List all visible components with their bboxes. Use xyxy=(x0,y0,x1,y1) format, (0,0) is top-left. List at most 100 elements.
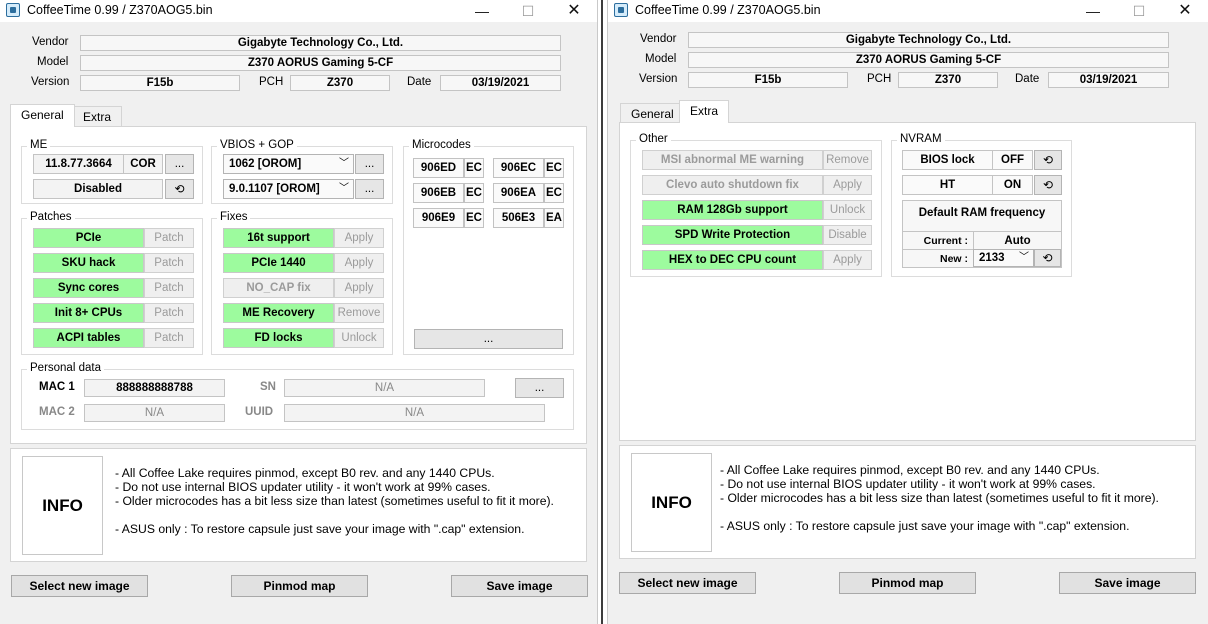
fix-button[interactable]: Apply xyxy=(334,228,384,248)
bios-lock-value: OFF xyxy=(992,150,1033,170)
tab-extra[interactable]: Extra xyxy=(679,100,730,123)
vbios-group: VBIOS + GOP 1062 [OROM] ﹀ ... 9.0.1107 [O… xyxy=(211,139,393,204)
save-image-button[interactable]: Save image xyxy=(451,575,588,597)
microcode-id[interactable]: 906ED xyxy=(413,158,464,178)
vendor-label: Vendor xyxy=(32,36,69,48)
microcodes-group: Microcodes 906ED EC 906EC EC 906EB EC 90… xyxy=(403,139,574,355)
gop-more-button[interactable]: ... xyxy=(355,179,384,199)
fix-button[interactable]: Apply xyxy=(334,253,384,273)
other-title: Other xyxy=(636,133,671,145)
mac1-label: MAC 1 xyxy=(39,381,75,393)
fix-label: 16t support xyxy=(223,228,334,248)
me-refresh-button[interactable]: ⟲ xyxy=(165,179,194,199)
gop-value: 9.0.1107 [OROM] xyxy=(229,183,320,195)
gop-select[interactable]: 9.0.1107 [OROM] ﹀ xyxy=(223,179,354,199)
info-box: INFO xyxy=(631,453,712,552)
model-field: Z370 AORUS Gaming 5-CF xyxy=(80,55,561,71)
tab-general[interactable]: General xyxy=(620,103,685,123)
other-button[interactable]: Remove xyxy=(823,150,872,170)
tab-general[interactable]: General xyxy=(10,104,75,127)
microcode-id[interactable]: 906EC xyxy=(493,158,544,178)
model-label: Model xyxy=(37,56,69,68)
minimize-button[interactable]: — xyxy=(1070,0,1116,22)
fix-label: PCIe 1440 xyxy=(223,253,334,273)
vbios-select[interactable]: 1062 [OROM] ﹀ xyxy=(223,154,354,174)
version-field: F15b xyxy=(688,72,848,88)
patch-button[interactable]: Patch xyxy=(144,328,194,348)
bios-lock-toggle-button[interactable]: ⟲ xyxy=(1034,150,1062,170)
me-more-button[interactable]: ... xyxy=(165,154,194,174)
info-line: - Older microcodes has a bit less size t… xyxy=(115,494,554,508)
other-button[interactable]: Apply xyxy=(823,250,872,270)
patch-label: ACPI tables xyxy=(33,328,144,348)
me-version-field: 11.8.77.3664 xyxy=(33,154,124,174)
uuid-field[interactable]: N/A xyxy=(284,404,545,422)
other-label: MSI abnormal ME warning xyxy=(642,150,823,170)
fixes-title: Fixes xyxy=(217,211,251,223)
other-button[interactable]: Apply xyxy=(823,175,872,195)
right-window: CoffeeTime 0.99 / Z370AOG5.bin — ☐ ✕ Ven… xyxy=(607,0,1208,624)
version-field: F15b xyxy=(80,75,240,91)
ht-toggle-button[interactable]: ⟲ xyxy=(1034,175,1062,195)
maximize-button[interactable]: ☐ xyxy=(1116,0,1162,22)
pinmod-map-button[interactable]: Pinmod map xyxy=(231,575,368,597)
patch-button[interactable]: Patch xyxy=(144,303,194,323)
microcodes-more-button[interactable]: ... xyxy=(414,329,563,349)
microcode-id[interactable]: 906EA xyxy=(493,183,544,203)
personal-data-title: Personal data xyxy=(27,362,104,374)
fix-label: ME Recovery xyxy=(223,303,334,323)
new-frequency-select[interactable]: 2133 ﹀ xyxy=(973,249,1034,267)
version-label: Version xyxy=(31,76,70,88)
refresh-icon: ⟲ xyxy=(1042,178,1054,192)
maximize-button[interactable]: ☐ xyxy=(505,0,551,22)
current-value: Auto xyxy=(973,231,1061,249)
microcode-id[interactable]: 506E3 xyxy=(493,208,544,228)
bios-lock-label: BIOS lock xyxy=(902,150,993,170)
other-button[interactable]: Disable xyxy=(823,225,872,245)
patch-button[interactable]: Patch xyxy=(144,253,194,273)
pch-label: PCH xyxy=(867,73,892,85)
fix-button[interactable]: Apply xyxy=(334,278,384,298)
close-button[interactable]: ✕ xyxy=(1162,0,1208,22)
mac1-field[interactable]: 888888888788 xyxy=(84,379,225,397)
pch-field: Z370 xyxy=(898,72,998,88)
vbios-value: 1062 [OROM] xyxy=(229,158,302,170)
vendor-field: Gigabyte Technology Co., Ltd. xyxy=(688,32,1169,48)
microcode-id[interactable]: 906EB xyxy=(413,183,464,203)
app-icon xyxy=(614,3,628,17)
ht-value: ON xyxy=(992,175,1033,195)
general-panel: ME 11.8.77.3664 COR ... Disabled ⟲ VBIOS… xyxy=(10,126,587,444)
personal-data-group: Personal data MAC 1 888888888788 MAC 2 N… xyxy=(21,362,574,430)
select-image-button[interactable]: Select new image xyxy=(11,575,148,597)
sn-field[interactable]: N/A xyxy=(284,379,485,397)
model-field: Z370 AORUS Gaming 5-CF xyxy=(688,52,1169,68)
microcode-tag: EC xyxy=(464,158,484,178)
save-image-button[interactable]: Save image xyxy=(1059,572,1196,594)
ht-label: HT xyxy=(902,175,993,195)
ram-frequency-apply-button[interactable]: ⟲ xyxy=(1034,249,1061,267)
patch-button[interactable]: Patch xyxy=(144,228,194,248)
other-label: Clevo auto shutdown fix xyxy=(642,175,823,195)
close-button[interactable]: ✕ xyxy=(551,0,597,22)
chevron-down-icon: ﹀ xyxy=(339,183,349,194)
microcode-tag: EC xyxy=(544,158,564,178)
mac2-field[interactable]: N/A xyxy=(84,404,225,422)
patch-button[interactable]: Patch xyxy=(144,278,194,298)
microcode-id[interactable]: 906E9 xyxy=(413,208,464,228)
vbios-more-button[interactable]: ... xyxy=(355,154,384,174)
pinmod-map-button[interactable]: Pinmod map xyxy=(839,572,976,594)
app-icon xyxy=(6,3,20,17)
minimize-button[interactable]: — xyxy=(459,0,505,22)
pch-label: PCH xyxy=(259,76,284,88)
select-image-button[interactable]: Select new image xyxy=(619,572,756,594)
uuid-label: UUID xyxy=(245,406,274,418)
fix-button[interactable]: Unlock xyxy=(334,328,384,348)
other-button[interactable]: Unlock xyxy=(823,200,872,220)
new-label: New : xyxy=(903,249,973,267)
fix-button[interactable]: Remove xyxy=(334,303,384,323)
info-line: - ASUS only : To restore capsule just sa… xyxy=(720,519,1130,533)
tab-extra[interactable]: Extra xyxy=(72,106,123,126)
personal-more-button[interactable]: ... xyxy=(515,378,564,398)
info-area: INFO - All Coffee Lake requires pinmod, … xyxy=(10,448,587,562)
date-label: Date xyxy=(1015,73,1040,85)
